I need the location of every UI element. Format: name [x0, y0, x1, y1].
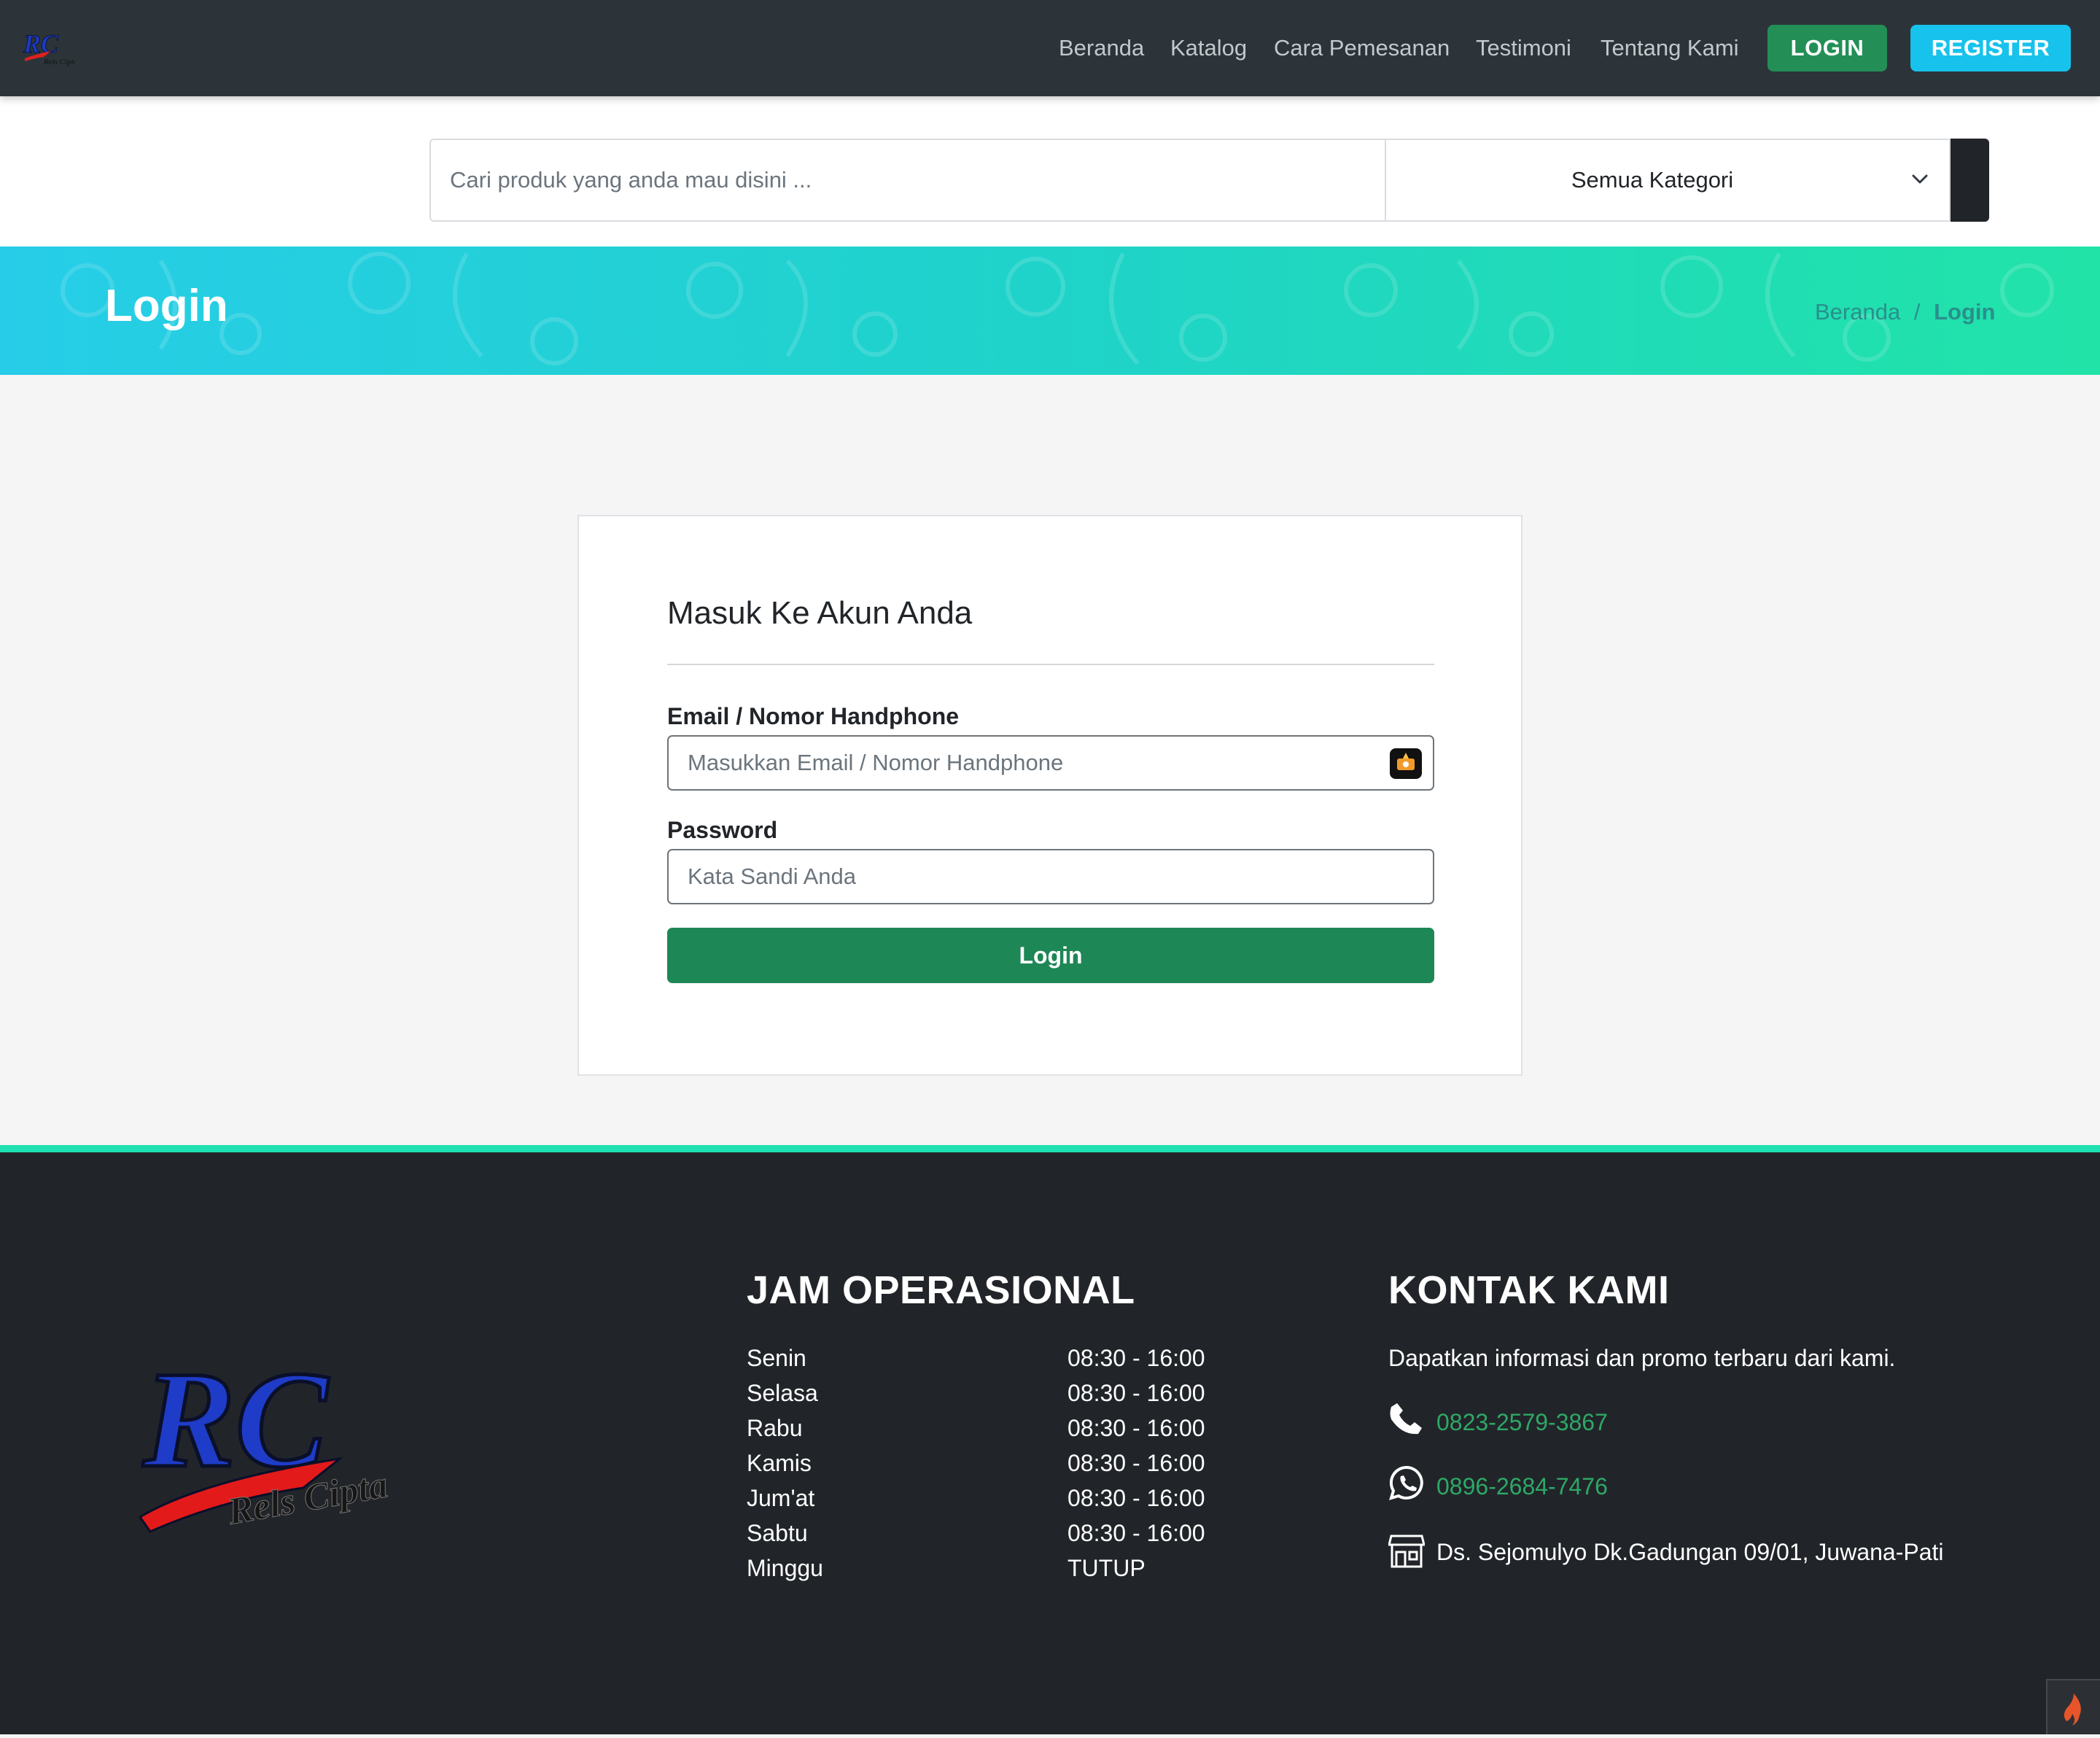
whatsapp-link[interactable]: 0896-2684-7476: [1436, 1473, 1608, 1500]
nav-link-beranda[interactable]: Beranda: [1059, 32, 1144, 64]
hours-time: 08:30 - 16:00: [1068, 1380, 1205, 1406]
search-input[interactable]: [429, 139, 1385, 222]
hours-list: Senin 08:30 - 16:00 Selasa 08:30 - 16:00…: [747, 1345, 1257, 1637]
chevron-down-icon: [1912, 174, 1928, 184]
category-select-value: Semua Kategori: [1571, 167, 1734, 193]
page-banner: Login Beranda / Login: [0, 247, 2100, 375]
hours-day: Minggu: [747, 1555, 823, 1581]
divider: [667, 664, 1434, 665]
login-heading: Masuk Ke Akun Anda: [667, 595, 973, 631]
phone-link[interactable]: 0823-2579-3867: [1436, 1409, 1608, 1436]
hours-time: 08:30 - 16:00: [1068, 1345, 1205, 1371]
hours-day: Sabtu: [747, 1520, 808, 1546]
navbar: RC Rels Cipta Beranda Katalog Cara Pemes…: [0, 0, 2100, 96]
nav-link-cara-pemesanan[interactable]: Cara Pemesanan: [1274, 32, 1450, 64]
password-field[interactable]: [667, 849, 1434, 904]
phone-icon: [1390, 1403, 1422, 1435]
hours-day: Rabu: [747, 1415, 803, 1441]
hours-day: Jum'at: [747, 1485, 815, 1511]
email-label: Email / Nomor Handphone: [667, 703, 960, 729]
hours-day: Kamis: [747, 1450, 812, 1476]
search-button[interactable]: [1951, 139, 1989, 222]
autofill-key-icon[interactable]: [1390, 748, 1422, 779]
hours-day: Selasa: [747, 1380, 818, 1406]
whatsapp-icon: [1389, 1465, 1423, 1500]
debug-toolbar-toggle[interactable]: [2046, 1679, 2100, 1734]
nav-link-katalog[interactable]: Katalog: [1170, 32, 1247, 64]
hours-time: 08:30 - 16:00: [1068, 1520, 1205, 1546]
page-title: Login: [105, 281, 228, 331]
svg-text:Rels Cipta: Rels Cipta: [43, 58, 74, 66]
footer: RC Rels Cipta JAM OPERASIONAL Senin 08:3…: [0, 1152, 2100, 1734]
register-button[interactable]: REGISTER: [1910, 25, 2071, 71]
hours-title: JAM OPERASIONAL: [747, 1268, 1135, 1312]
login-button[interactable]: LOGIN: [1768, 25, 1887, 71]
hours-time: 08:30 - 16:00: [1068, 1485, 1205, 1511]
rc-logo-icon: RC Rels Cipta: [23, 29, 78, 67]
contact-title: KONTAK KAMI: [1388, 1268, 1670, 1312]
breadcrumb-separator: /: [1913, 299, 1921, 325]
breadcrumb-item-login: Login: [1934, 299, 1996, 325]
category-select[interactable]: Semua Kategori: [1385, 139, 1951, 222]
contact-description: Dapatkan informasi dan promo terbaru dar…: [1388, 1345, 1896, 1371]
rc-logo-icon: RC Rels Cipta: [138, 1357, 391, 1533]
login-card: Masuk Ke Akun Anda Email / Nomor Handpho…: [578, 515, 1522, 1076]
hours-time: 08:30 - 16:00: [1068, 1415, 1205, 1441]
flame-icon: [2064, 1694, 2081, 1726]
nav-link-testimoni[interactable]: Testimoni: [1476, 32, 1571, 64]
nav-link-tentang-kami[interactable]: Tentang Kami: [1601, 32, 1739, 64]
hours-day: Senin: [747, 1345, 806, 1371]
footer-accent-stripe: [0, 1145, 2100, 1152]
breadcrumb-item-beranda[interactable]: Beranda: [1815, 299, 1900, 325]
hours-time: TUTUP: [1068, 1555, 1146, 1581]
logo[interactable]: RC Rels Cipta: [22, 28, 78, 69]
password-label: Password: [667, 817, 778, 843]
breadcrumb: Beranda / Login: [1815, 299, 1995, 325]
store-icon: [1388, 1535, 1425, 1568]
submit-login-button[interactable]: Login: [667, 928, 1434, 983]
doodle-pattern-icon: [61, 252, 2054, 365]
address-text: Ds. Sejomulyo Dk.Gadungan 09/01, Juwana-…: [1436, 1539, 1944, 1565]
hours-time: 08:30 - 16:00: [1068, 1450, 1205, 1476]
email-field[interactable]: [667, 735, 1434, 791]
